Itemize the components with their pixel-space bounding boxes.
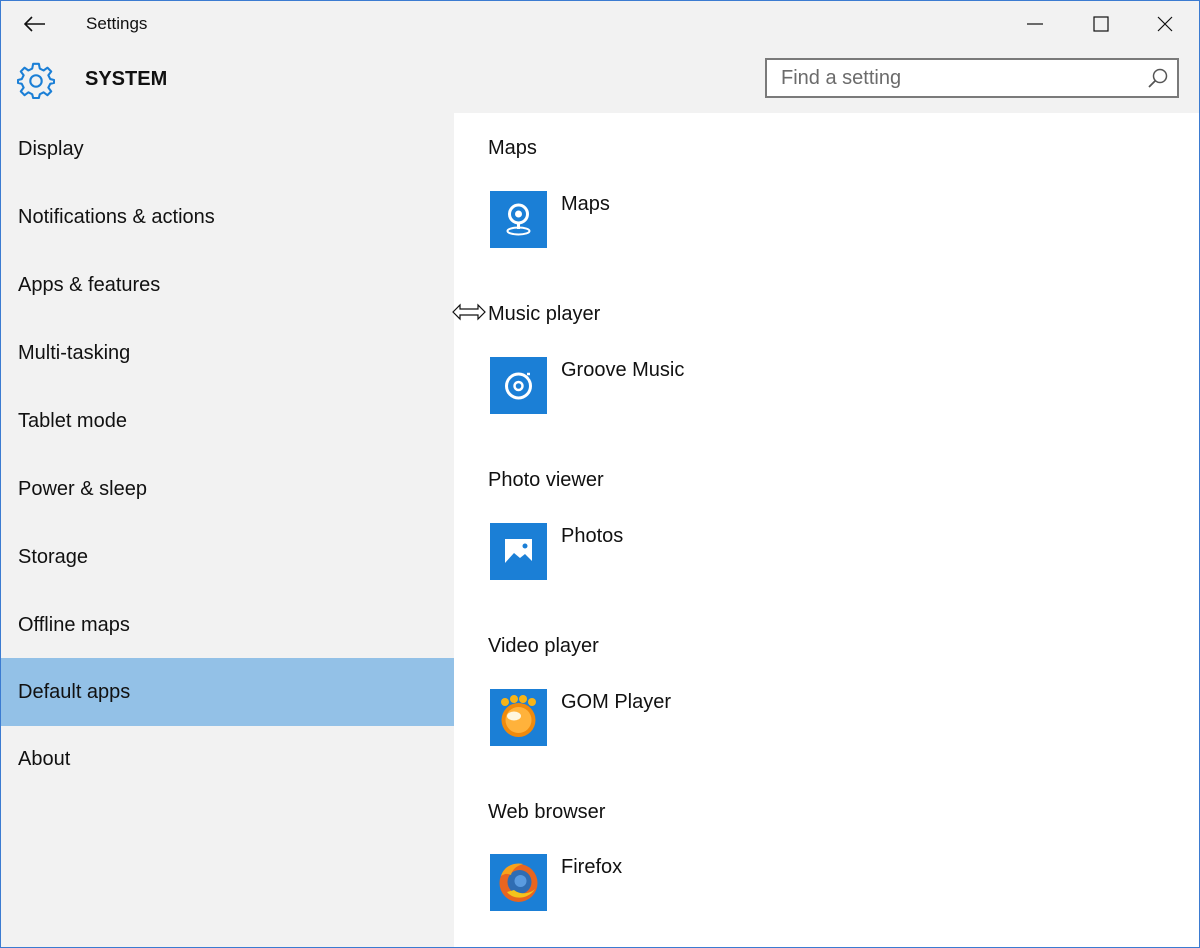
maximize-icon (1093, 16, 1109, 32)
default-video-app[interactable]: GOM Player (490, 689, 790, 747)
maps-app-icon (490, 191, 547, 248)
sidebar-item-multitasking[interactable]: Multi-tasking (1, 319, 454, 387)
back-arrow-icon (24, 16, 45, 32)
settings-window: Settings SYSTEM Find a setting Display N… (0, 0, 1200, 948)
title-bar: Settings (1, 1, 1199, 47)
search-box[interactable] (765, 58, 1179, 98)
maximize-button[interactable] (1069, 1, 1133, 47)
sidebar-item-tablet-mode[interactable]: Tablet mode (1, 387, 454, 455)
sidebar-item-power-sleep[interactable]: Power & sleep (1, 455, 454, 523)
sidebar-nav: Display Notifications & actions Apps & f… (1, 113, 454, 947)
sidebar-item-apps-features[interactable]: Apps & features (1, 251, 454, 319)
close-icon (1157, 16, 1173, 32)
photos-app-icon (490, 523, 547, 580)
settings-header: SYSTEM (1, 47, 1199, 113)
default-photo-app[interactable]: Photos (490, 523, 790, 581)
app-name-photos: Photos (561, 525, 624, 547)
app-name-firefox: Firefox (561, 856, 623, 878)
search-icon[interactable] (1147, 67, 1169, 89)
group-label-music-player: Music player (488, 303, 601, 325)
sidebar-item-offline-maps[interactable]: Offline maps (1, 591, 454, 659)
window-title: Settings (86, 14, 148, 33)
minimize-button[interactable] (1003, 1, 1067, 47)
app-name-maps: Maps (561, 193, 610, 215)
group-label-video-player: Video player (488, 635, 599, 657)
sidebar-item-storage[interactable]: Storage (1, 523, 454, 591)
firefox-icon (490, 854, 547, 911)
default-browser-app[interactable]: Firefox (490, 854, 790, 912)
app-name-gom-player: GOM Player (561, 691, 672, 713)
default-apps-panel: Maps Maps Music player Groove Music Phot… (454, 113, 1199, 947)
group-label-web-browser: Web browser (488, 801, 606, 823)
group-label-maps: Maps (488, 137, 537, 159)
default-music-app[interactable]: Groove Music (490, 357, 790, 415)
app-name-groove-music: Groove Music (561, 359, 685, 381)
back-button[interactable] (15, 7, 55, 41)
sidebar-item-display[interactable]: Display (1, 115, 454, 183)
search-input[interactable] (767, 60, 1137, 96)
default-maps-app[interactable]: Maps (490, 191, 790, 249)
sidebar-item-about[interactable]: About (1, 725, 454, 793)
resize-cursor-icon (452, 303, 486, 321)
section-title: SYSTEM (85, 68, 168, 90)
close-button[interactable] (1133, 1, 1197, 47)
gom-player-icon (490, 689, 547, 746)
sidebar-item-notifications[interactable]: Notifications & actions (1, 183, 454, 251)
group-label-photo-viewer: Photo viewer (488, 469, 604, 491)
minimize-icon (1027, 23, 1043, 25)
gear-icon (17, 62, 55, 99)
groove-music-icon (490, 357, 547, 414)
sidebar-item-default-apps[interactable]: Default apps (1, 658, 454, 726)
